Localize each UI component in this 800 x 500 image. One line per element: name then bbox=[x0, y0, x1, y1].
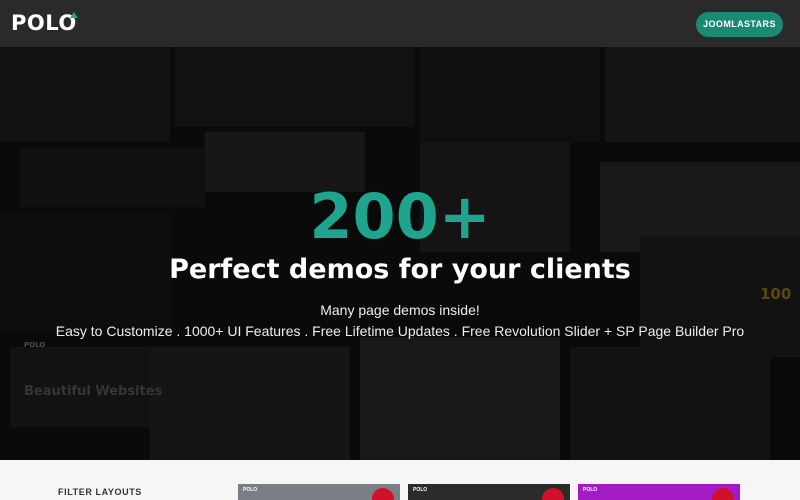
filter-layouts-title: FILTER LAYOUTS bbox=[58, 487, 142, 497]
demo-count: 200+ bbox=[309, 180, 491, 253]
hero-features: Easy to Customize . 1000+ UI Features . … bbox=[55, 323, 745, 339]
demo-thumbnail[interactable]: POLO bbox=[578, 484, 740, 500]
layouts-section: FILTER LAYOUTS POLO POLO POLO bbox=[0, 460, 800, 500]
thumbnail-logo: POLO bbox=[413, 487, 428, 493]
site-logo[interactable]: POLO bbox=[11, 10, 77, 36]
thumbnail-logo: POLO bbox=[583, 487, 598, 493]
demo-thumbnail[interactable]: POLO bbox=[408, 484, 570, 500]
hero-subline: Many page demos inside! bbox=[320, 302, 480, 318]
hero-section: Beautiful Websites POLO 100 200+ Perfect… bbox=[0, 47, 800, 460]
joomlastars-button[interactable]: JOOMLASTARS bbox=[696, 12, 783, 37]
logo-accent-icon bbox=[70, 12, 78, 18]
demo-thumbnail[interactable]: POLO bbox=[238, 484, 400, 500]
new-badge-icon bbox=[712, 488, 734, 500]
new-badge-icon bbox=[542, 488, 564, 500]
hero-headline: Perfect demos for your clients bbox=[169, 254, 631, 285]
thumbnail-logo: POLO bbox=[243, 487, 258, 493]
site-header: POLO JOOMLASTARS bbox=[0, 0, 800, 47]
new-badge-icon bbox=[372, 488, 394, 500]
